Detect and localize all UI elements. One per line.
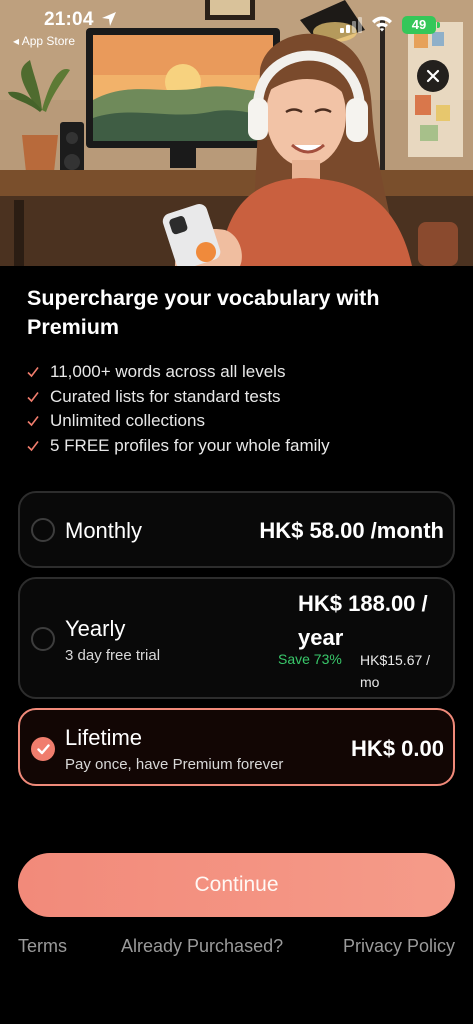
feature-item: 11,000+ words across all levels (27, 360, 330, 385)
plan-price: HK$ 188.00 / year (298, 591, 428, 650)
check-icon (27, 441, 39, 452)
plan-option-lifetime[interactable]: Lifetime Pay once, have Premium forever … (18, 708, 455, 786)
plan-price: HK$ 58.00 /month (259, 518, 444, 543)
terms-link[interactable]: Terms (18, 936, 67, 957)
save-badge: Save 73% (278, 651, 342, 667)
status-bar: 21:04 ◂ App Store 49 (0, 0, 473, 50)
check-icon (27, 367, 39, 378)
close-button[interactable] (417, 60, 449, 92)
feature-item: Curated lists for standard tests (27, 385, 330, 410)
signal-icon (340, 17, 362, 33)
plan-name: Lifetime (65, 725, 143, 750)
wifi-icon (372, 16, 392, 32)
privacy-policy-link[interactable]: Privacy Policy (343, 936, 455, 957)
continue-button[interactable]: Continue (18, 853, 455, 917)
plan-name: Yearly (65, 616, 126, 641)
feature-item: Unlimited collections (27, 409, 330, 434)
plan-price: HK$ 0.00 (351, 736, 444, 761)
plan-name: Monthly (65, 518, 143, 543)
check-icon (27, 391, 39, 403)
feature-list: 11,000+ words across all levels Curated … (27, 360, 330, 458)
feature-text: Unlimited collections (50, 411, 205, 431)
paywall-headline: Supercharge your vocabulary with Premium (27, 286, 380, 339)
location-arrow-icon (102, 12, 116, 26)
feature-text: 5 FREE profiles for your whole family (50, 436, 330, 456)
restore-purchase-link[interactable]: Already Purchased? (121, 936, 283, 957)
feature-text: 11,000+ words across all levels (50, 362, 286, 382)
plan-subtitle: Pay once, have Premium forever (65, 756, 284, 773)
per-month-price: HK$15.67 / mo (360, 652, 431, 690)
radio-unchecked-icon[interactable] (31, 627, 55, 651)
check-icon (27, 416, 39, 427)
plan-option-monthly[interactable]: Monthly HK$ 58.00 /month (18, 491, 455, 568)
battery-nub (437, 22, 440, 28)
battery-indicator: 49 (402, 16, 436, 34)
plan-option-yearly[interactable]: Yearly 3 day free trial HK$ 188.00 / yea… (18, 577, 455, 699)
radio-checked-icon[interactable] (31, 737, 55, 761)
close-icon (426, 69, 440, 83)
status-time: 21:04 (44, 9, 94, 30)
back-to-app-store-link[interactable]: ◂ App Store (13, 34, 75, 48)
feature-text: Curated lists for standard tests (50, 386, 281, 406)
check-icon (36, 743, 50, 754)
plan-subtitle: 3 day free trial (65, 647, 161, 664)
feature-item: 5 FREE profiles for your whole family (27, 434, 330, 459)
radio-unchecked-icon[interactable] (31, 518, 55, 542)
